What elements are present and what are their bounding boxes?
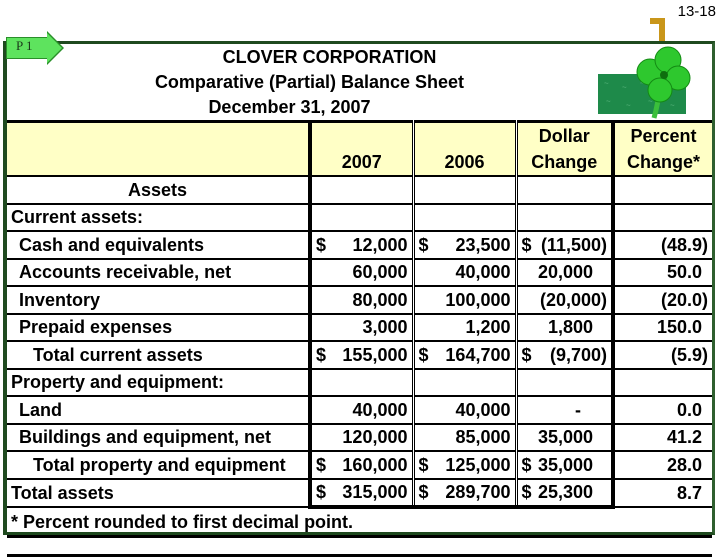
footnote-row: * Percent rounded to first decimal point…: [7, 506, 712, 538]
table-row: Buildings and equipment, net 120,000 85,…: [7, 422, 712, 452]
currency-symbol: $: [521, 482, 532, 503]
blank-row: [7, 536, 712, 557]
header-2007: 2007: [308, 120, 413, 177]
value-dollar-change: -: [514, 395, 613, 424]
value-percent-change: (20.0): [611, 285, 712, 314]
table-row: Assets: [7, 175, 712, 204]
currency-symbol: $: [521, 234, 532, 255]
value-2007: 80,000: [308, 285, 413, 314]
page-number: 13-18: [677, 3, 716, 20]
value-2007: $160,000: [308, 450, 413, 479]
header-dollar-line1: Dollar: [538, 126, 590, 146]
svg-text:~: ~: [626, 101, 631, 110]
value-percent-change: (48.9): [611, 230, 712, 259]
value-percent-change: 8.7: [613, 477, 712, 508]
header-dollar-change: Dollar Change: [514, 120, 613, 177]
currency-symbol: $: [316, 234, 327, 255]
table-row: Land 40,000 40,000 - 0.0: [7, 395, 712, 424]
value-dollar-change: $25,300: [514, 477, 615, 509]
value-2007: 60,000: [308, 257, 413, 287]
row-label: Prepaid expenses: [7, 312, 310, 342]
table-row: Current assets:: [7, 202, 712, 232]
currency-symbol: $: [316, 482, 327, 503]
value-2006: 40,000: [411, 257, 516, 287]
value-percent-change: 150.0: [611, 312, 712, 342]
value-2006: $23,500: [411, 230, 516, 259]
badge-label: P 1: [16, 38, 33, 53]
value-percent-change: 28.0: [611, 450, 712, 479]
value-2006: 100,000: [411, 285, 516, 314]
currency-symbol: $: [418, 454, 429, 475]
value-percent-change: 41.2: [611, 422, 712, 452]
row-label: Buildings and equipment, net: [7, 422, 310, 452]
value-2007: 3,000: [308, 312, 413, 342]
value-2006: $164,700: [411, 340, 516, 369]
currency-symbol: $: [418, 344, 429, 365]
header-blank: [7, 120, 310, 177]
value-2006: 1,200: [411, 312, 516, 342]
value-2006: 40,000: [411, 395, 516, 424]
table-header-row: 2007 2006 Dollar Change Percent Change*: [7, 120, 712, 177]
company-name: CLOVER CORPORATION: [222, 47, 437, 67]
clover-logo-icon: ~~~~ ~~~~: [598, 46, 691, 119]
header-percent-line2: Change*: [626, 152, 700, 172]
row-label: Current assets:: [7, 202, 310, 232]
row-label: Inventory: [7, 285, 310, 314]
table-row: Total assets $315,000 $289,700 $25,300 8…: [7, 477, 712, 509]
header-2006: 2006: [411, 120, 516, 177]
table-row: Total current assets $155,000 $164,700 $…: [7, 340, 712, 369]
row-label: Total current assets: [7, 340, 310, 369]
value-2007: 120,000: [308, 422, 413, 452]
header-percent-line1: Percent: [630, 126, 697, 146]
row-label: Cash and equivalents: [7, 230, 310, 259]
row-label: Accounts receivable, net: [7, 257, 310, 287]
corner-bracket-decoration: [650, 18, 665, 42]
p1-badge: P 1: [6, 31, 64, 65]
header-percent-change: Percent Change*: [611, 120, 712, 177]
value-dollar-change: 35,000: [514, 422, 613, 452]
currency-symbol: $: [316, 344, 327, 365]
value-percent-change: (5.9): [611, 340, 712, 369]
value-dollar-change: 20,000: [514, 257, 613, 287]
value-2006: $289,700: [411, 477, 516, 509]
svg-text:~: ~: [604, 79, 609, 88]
value-dollar-change: (20,000): [514, 285, 613, 314]
row-label: Assets: [7, 175, 310, 204]
currency-symbol: $: [418, 234, 429, 255]
value-2007: 40,000: [308, 395, 413, 424]
value-dollar-change: $ (9,700): [514, 340, 613, 369]
value-2006: $125,000: [411, 450, 516, 479]
row-label: Land: [7, 395, 310, 424]
currency-symbol: $: [521, 344, 532, 365]
row-label: Total property and equipment: [7, 450, 310, 479]
currency-symbol: $: [316, 454, 327, 475]
footnote: * Percent rounded to first decimal point…: [7, 506, 712, 538]
svg-text:~: ~: [622, 83, 627, 92]
balance-sheet-table: 2007 2006 Dollar Change Percent Change* As…: [7, 120, 712, 557]
table-row: Property and equipment:: [7, 367, 712, 397]
svg-text:~: ~: [670, 101, 675, 110]
value-2007: $12,000: [308, 230, 413, 259]
table-row: Cash and equivalents $12,000 $23,500 $ (1…: [7, 230, 712, 259]
value-dollar-change: 1,800: [514, 312, 613, 342]
row-label: Total assets: [7, 477, 310, 508]
table-row: Inventory 80,000 100,000 (20,000) (20.0): [7, 285, 712, 314]
value-2006: 85,000: [411, 422, 516, 452]
value-percent-change: 0.0: [611, 395, 712, 424]
table-row: Accounts receivable, net 60,000 40,000 2…: [7, 257, 712, 287]
table-row: Total property and equipment $160,000 $1…: [7, 450, 712, 479]
value-dollar-change: $35,000: [514, 450, 613, 479]
value-2007: $155,000: [308, 340, 413, 369]
currency-symbol: $: [521, 454, 532, 475]
header-dollar-line2: Change: [531, 152, 598, 172]
table-row: Prepaid expenses 3,000 1,200 1,800 150.0: [7, 312, 712, 342]
value-dollar-change: $ (11,500): [514, 230, 613, 259]
value-percent-change: 50.0: [611, 257, 712, 287]
value-2007: $315,000: [308, 477, 413, 509]
svg-text:~: ~: [606, 97, 611, 106]
currency-symbol: $: [418, 482, 429, 503]
statement-date: December 31, 2007: [208, 97, 371, 117]
row-label: Property and equipment:: [7, 367, 310, 397]
statement-title: Comparative (Partial) Balance Sheet: [154, 72, 465, 92]
